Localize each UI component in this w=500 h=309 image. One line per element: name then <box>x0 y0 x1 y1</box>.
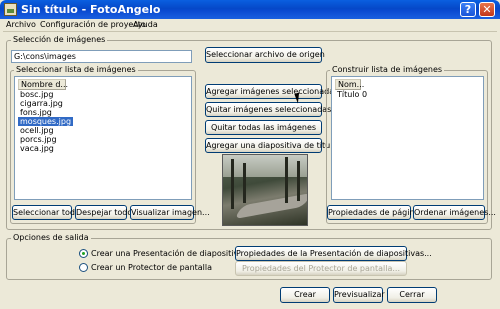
remove-all-images-button[interactable]: Quitar todas las imágenes <box>205 120 322 135</box>
list-item[interactable]: fons.jpg <box>18 108 54 117</box>
remove-selected-images-button[interactable]: Quitar imágenes seleccionadas <box>205 102 331 117</box>
output-options-label: Opciones de salida <box>11 233 91 242</box>
list-item-selected[interactable]: mosques.jpg <box>18 117 74 126</box>
build-image-list[interactable]: Nom... Título 0 <box>331 76 484 200</box>
close-window-button[interactable]: ✕ <box>479 2 495 17</box>
radio-presentation[interactable] <box>79 249 88 258</box>
select-image-list-label: Seleccionar lista de imágenes <box>14 65 138 74</box>
list-item[interactable]: ocell.jpg <box>18 126 56 135</box>
select-source-file-button[interactable]: Seleccionar archivo de origen <box>205 47 325 63</box>
build-name-column-header[interactable]: Nom... <box>335 79 364 90</box>
file-name-column-header[interactable]: Nombre d... <box>18 79 68 90</box>
deselect-all-button[interactable]: Despejar todo <box>75 205 132 220</box>
help-button[interactable]: ? <box>460 2 476 17</box>
add-selected-images-button[interactable]: Agregar imágenes seleccionadas <box>205 84 338 99</box>
close-button[interactable]: Cerrar <box>387 287 437 303</box>
window-title: Sin título - FotoAngelo <box>21 3 161 16</box>
sort-images-button[interactable]: Ordenar imágenes... <box>413 205 496 220</box>
page-properties-button[interactable]: Propiedades de página <box>327 205 419 220</box>
add-title-slide-button[interactable]: Agregar una diapositiva de título <box>205 138 337 153</box>
source-path-input[interactable]: G:\cons\images <box>11 50 192 63</box>
select-all-button[interactable]: Seleccionar todo <box>12 205 80 220</box>
screensaver-properties-button: Propiedades del Protector de pantalla... <box>235 261 407 276</box>
radio-presentation-label[interactable]: Crear una Presentación de diapositivas <box>91 249 247 258</box>
image-file-list[interactable]: Nombre d... bosc.jpg cigarra.jpg fons.jp… <box>14 76 192 200</box>
list-item[interactable]: bosc.jpg <box>18 90 55 99</box>
list-item[interactable]: porcs.jpg <box>18 135 59 144</box>
app-icon <box>4 3 17 16</box>
preview-button[interactable]: Previsualizar <box>333 287 385 303</box>
presentation-properties-button[interactable]: Propiedades de la Presentación de diapos… <box>235 246 432 261</box>
menu-archivo[interactable]: Archivo <box>6 20 36 29</box>
radio-screensaver[interactable] <box>79 263 88 272</box>
list-item[interactable]: Título 0 <box>335 90 369 99</box>
menu-ayuda[interactable]: Ayuda <box>133 20 158 29</box>
image-selection-label: Selección de imágenes <box>11 35 108 44</box>
list-item[interactable]: vaca.jpg <box>18 144 56 153</box>
menu-configuracion-proyecto[interactable]: Configuración de proyecto <box>40 20 146 29</box>
radio-screensaver-label[interactable]: Crear un Protector de pantalla <box>91 263 212 272</box>
create-button[interactable]: Crear <box>280 287 330 303</box>
image-preview <box>222 154 308 226</box>
build-image-list-label: Construir lista de imágenes <box>330 65 445 74</box>
view-image-button[interactable]: Visualizar imagen... <box>130 205 210 220</box>
list-item[interactable]: cigarra.jpg <box>18 99 65 108</box>
